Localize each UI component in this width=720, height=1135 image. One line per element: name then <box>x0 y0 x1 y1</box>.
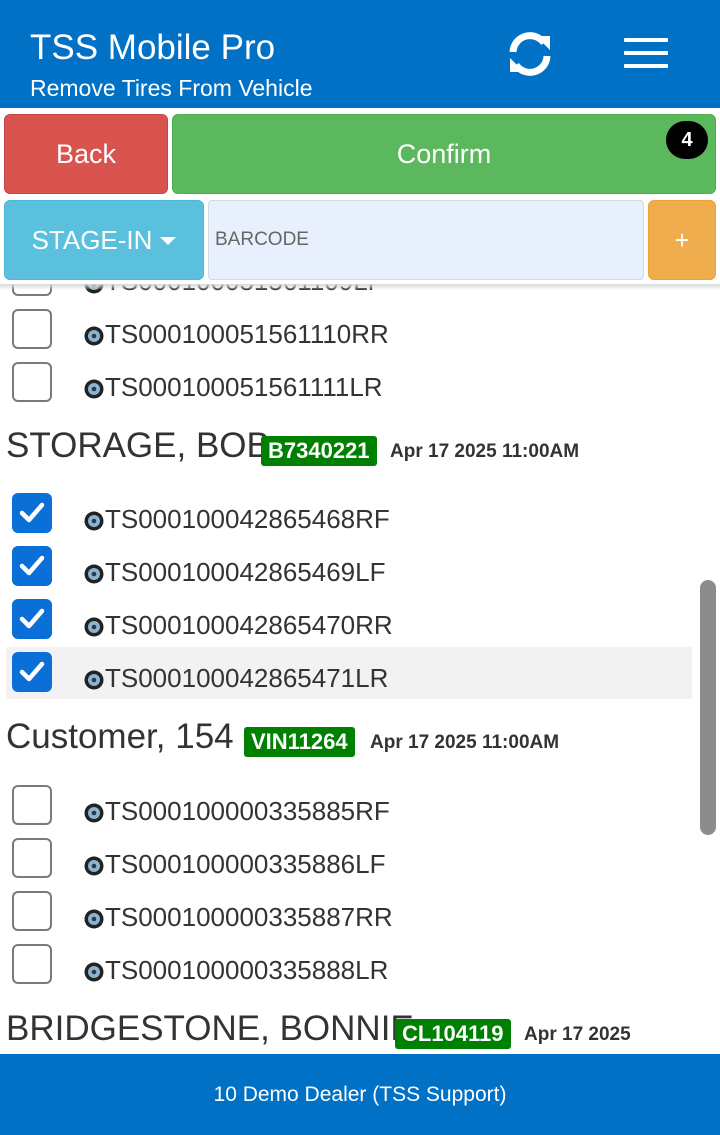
tire-checkbox[interactable] <box>12 493 52 533</box>
tire-label: TS000100051561111LR <box>105 372 383 402</box>
barcode-input[interactable] <box>208 200 644 280</box>
add-barcode-button[interactable]: + <box>648 200 716 280</box>
customer-name: STORAGE, BOB <box>6 426 270 465</box>
tire-checkbox[interactable] <box>12 284 52 296</box>
appointment-date: Apr 17 2025 11:00AM <box>390 441 580 462</box>
refresh-icon <box>509 32 551 76</box>
tire-label: TS000100042865471LR <box>105 663 389 693</box>
tire-checkbox[interactable] <box>12 309 52 349</box>
back-button[interactable]: Back <box>4 114 168 194</box>
dealer-name: 10 Demo Dealer (TSS Support) <box>213 1082 507 1106</box>
customer-name: Customer, 154 <box>6 717 234 756</box>
tire-checkbox[interactable] <box>12 362 52 402</box>
refresh-button[interactable] <box>504 28 556 80</box>
tire-checkbox[interactable] <box>12 785 52 825</box>
checkmark-icon <box>19 555 45 576</box>
back-button-label: Back <box>55 138 117 169</box>
app-screen: TSS Mobile Pro Remove Tires From Vehicle… <box>0 0 720 1135</box>
stage-dropdown-button[interactable]: STAGE-IN <box>4 200 204 280</box>
vehicle-id-tag: B7340221 <box>261 436 377 466</box>
tire-icon <box>84 284 104 294</box>
vehicle-id-tag: CL104119 <box>395 1019 511 1049</box>
tire-label: TS000100000335886LF <box>105 849 386 879</box>
confirm-button[interactable]: Confirm <box>172 114 716 194</box>
tire-label: TS000100042865470RR <box>105 610 393 640</box>
tire-icon <box>84 511 104 531</box>
appointment-date: Apr 17 2025 11:00AM <box>370 732 560 753</box>
vehicle-id-tag: VIN11264 <box>244 727 355 757</box>
app-title: TSS Mobile Pro <box>30 28 276 67</box>
caret-down-icon <box>160 237 177 245</box>
tire-list[interactable]: TS000100051561109LF TS000100051561110RR … <box>0 284 720 1054</box>
tire-icon <box>84 564 104 584</box>
plus-icon: + <box>674 224 690 255</box>
tire-icon <box>84 326 104 346</box>
checkmark-icon <box>19 608 45 629</box>
appointment-date: Apr 17 2025 <box>524 1024 631 1045</box>
tire-label: TS000100042865469LF <box>105 557 386 587</box>
tire-icon <box>84 617 104 637</box>
confirm-count-badge: 4 <box>666 121 708 159</box>
tire-checkbox[interactable] <box>12 599 52 639</box>
list-scrollbar[interactable] <box>700 580 716 835</box>
tire-label: TS000100000335885RF <box>105 796 390 826</box>
tire-icon <box>84 856 104 876</box>
dealer-footer: 10 Demo Dealer (TSS Support) <box>0 1054 720 1135</box>
tire-label: TS000100000335887RR <box>105 902 393 932</box>
tire-icon <box>84 670 104 690</box>
tire-checkbox[interactable] <box>12 546 52 586</box>
tire-icon <box>84 379 104 399</box>
tire-icon <box>84 962 104 982</box>
hamburger-menu-icon <box>624 64 668 68</box>
tire-label: TS000100051561109LF <box>105 284 384 297</box>
hamburger-menu-icon <box>624 51 668 55</box>
tire-checkbox[interactable] <box>12 891 52 931</box>
checkmark-icon <box>19 502 45 523</box>
tire-checkbox[interactable] <box>12 652 52 692</box>
tire-label: TS000100042865468RF <box>105 504 390 534</box>
confirm-button-label: Confirm <box>396 138 492 169</box>
page-subtitle: Remove Tires From Vehicle <box>30 75 313 101</box>
tire-icon <box>84 909 104 929</box>
customer-name: BRIDGESTONE, BONNIE <box>6 1009 414 1048</box>
tire-label: TS000100051561110RR <box>105 319 389 349</box>
tire-label: TS000100000335888LR <box>105 955 389 985</box>
hamburger-menu-icon <box>624 38 668 42</box>
tire-icon <box>84 803 104 823</box>
menu-button[interactable] <box>620 34 672 74</box>
tire-checkbox[interactable] <box>12 838 52 878</box>
checkmark-icon <box>19 661 45 682</box>
tire-checkbox[interactable] <box>12 944 52 984</box>
app-header: TSS Mobile Pro Remove Tires From Vehicle <box>0 0 720 108</box>
stage-dropdown-label: STAGE-IN <box>31 224 153 255</box>
